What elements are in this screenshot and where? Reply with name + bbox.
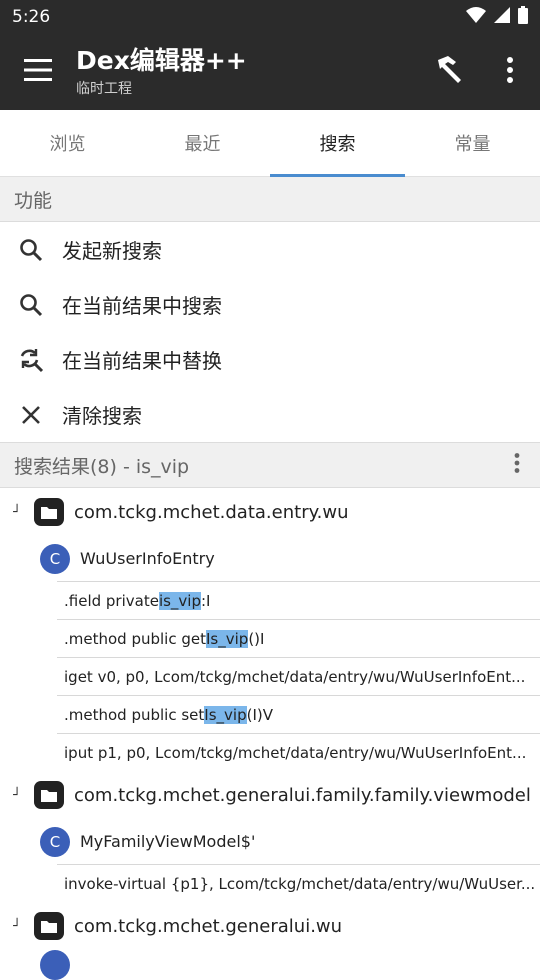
class-icon: C — [40, 543, 70, 574]
status-bar: 5:26 — [0, 0, 540, 34]
package-name: com.tckg.mchet.generalui.wu — [74, 915, 343, 937]
match-highlight: is_vip — [158, 591, 201, 610]
expand-icon[interactable]: ┘ — [0, 505, 34, 520]
package-row[interactable]: ┘ com.tckg.mchet.generalui.wu — [0, 902, 540, 950]
tab-constants[interactable]: 常量 — [405, 110, 540, 176]
class-icon-partial — [40, 950, 70, 980]
clear-search-label: 清除搜索 — [62, 404, 142, 428]
tab-bar: 浏览 最近 搜索 常量 — [0, 110, 540, 177]
replace-in-results-label: 在当前结果中替换 — [62, 349, 222, 373]
battery-icon — [518, 5, 528, 29]
app-subtitle: 临时工程 — [76, 81, 132, 97]
line-text: ()I — [248, 629, 265, 648]
tab-browse[interactable]: 浏览 — [0, 110, 135, 176]
result-line[interactable]: iget v0, p0, Lcom/tckg/mchet/data/entry/… — [57, 657, 540, 695]
search-in-results-label: 在当前结果中搜索 — [62, 294, 222, 318]
line-text: :I — [201, 591, 211, 610]
results-more-button[interactable] — [494, 452, 540, 478]
overflow-menu-button[interactable] — [480, 34, 540, 110]
line-text: (I)V — [246, 705, 273, 724]
hamburger-icon — [24, 59, 52, 85]
line-text: iput p1, p0, Lcom/tckg/mchet/data/entry/… — [64, 743, 527, 762]
expand-icon[interactable]: ┘ — [0, 919, 34, 934]
clear-search-item[interactable]: 清除搜索 — [0, 387, 540, 442]
class-icon: C — [40, 826, 70, 857]
app-title: Dex编辑器++ — [76, 46, 247, 75]
hammer-icon — [434, 54, 466, 90]
line-text: iget v0, p0, Lcom/tckg/mchet/data/entry/… — [64, 667, 526, 686]
replace-in-results-item[interactable]: 在当前结果中替换 — [0, 332, 540, 387]
new-search-item[interactable]: 发起新搜索 — [0, 222, 540, 277]
results-tree: ┘ com.tckg.mchet.data.entry.wu C WuUserI… — [0, 488, 540, 950]
result-line[interactable]: .method public set Is_vip (I)V — [57, 695, 540, 733]
status-time: 5:26 — [12, 7, 51, 27]
tab-search[interactable]: 搜索 — [270, 110, 405, 177]
results-header: 搜索结果(8) - is_vip — [0, 442, 540, 488]
line-text: .method public set — [64, 705, 205, 724]
expand-icon[interactable]: ┘ — [0, 788, 34, 803]
search-icon — [0, 293, 62, 317]
match-highlight: Is_vip — [204, 705, 247, 724]
folder-icon — [34, 498, 64, 526]
class-row[interactable]: C WuUserInfoEntry — [0, 536, 540, 581]
result-line[interactable]: .method public get Is_vip ()I — [57, 619, 540, 657]
folder-icon — [34, 912, 64, 940]
class-name: WuUserInfoEntry — [80, 549, 215, 568]
build-button[interactable] — [420, 34, 480, 110]
package-row[interactable]: ┘ com.tckg.mchet.generalui.family.family… — [0, 771, 540, 819]
tab-recent[interactable]: 最近 — [135, 110, 270, 176]
result-line[interactable]: invoke-virtual {p1}, Lcom/tckg/mchet/dat… — [57, 864, 540, 902]
line-text: .field private — [64, 591, 159, 610]
folder-icon — [34, 781, 64, 809]
new-search-label: 发起新搜索 — [62, 239, 162, 263]
package-row[interactable]: ┘ com.tckg.mchet.data.entry.wu — [0, 488, 540, 536]
search-in-results-item[interactable]: 在当前结果中搜索 — [0, 277, 540, 332]
result-line[interactable]: iput p1, p0, Lcom/tckg/mchet/data/entry/… — [57, 733, 540, 771]
package-name: com.tckg.mchet.generalui.family.family.v… — [74, 784, 531, 806]
line-text: invoke-virtual {p1}, Lcom/tckg/mchet/dat… — [64, 874, 536, 893]
class-name: MyFamilyViewModel$' — [80, 832, 256, 851]
replace-icon — [0, 347, 62, 373]
result-line[interactable]: .field private is_vip:I — [57, 581, 540, 619]
more-vert-icon — [514, 452, 520, 478]
match-highlight: Is_vip — [206, 629, 249, 648]
more-vert-icon — [506, 57, 514, 87]
search-icon — [0, 238, 62, 262]
results-title: 搜索结果(8) - is_vip — [14, 455, 190, 478]
package-name: com.tckg.mchet.data.entry.wu — [74, 501, 349, 523]
wifi-icon — [466, 6, 486, 28]
app-bar: Dex编辑器++ 临时工程 — [0, 34, 540, 110]
signal-icon — [494, 6, 510, 28]
line-text: .method public get — [64, 629, 206, 648]
close-icon — [0, 405, 62, 425]
class-row[interactable]: C MyFamilyViewModel$' — [0, 819, 540, 864]
menu-button[interactable] — [0, 34, 76, 110]
functions-header: 功能 — [0, 177, 540, 222]
